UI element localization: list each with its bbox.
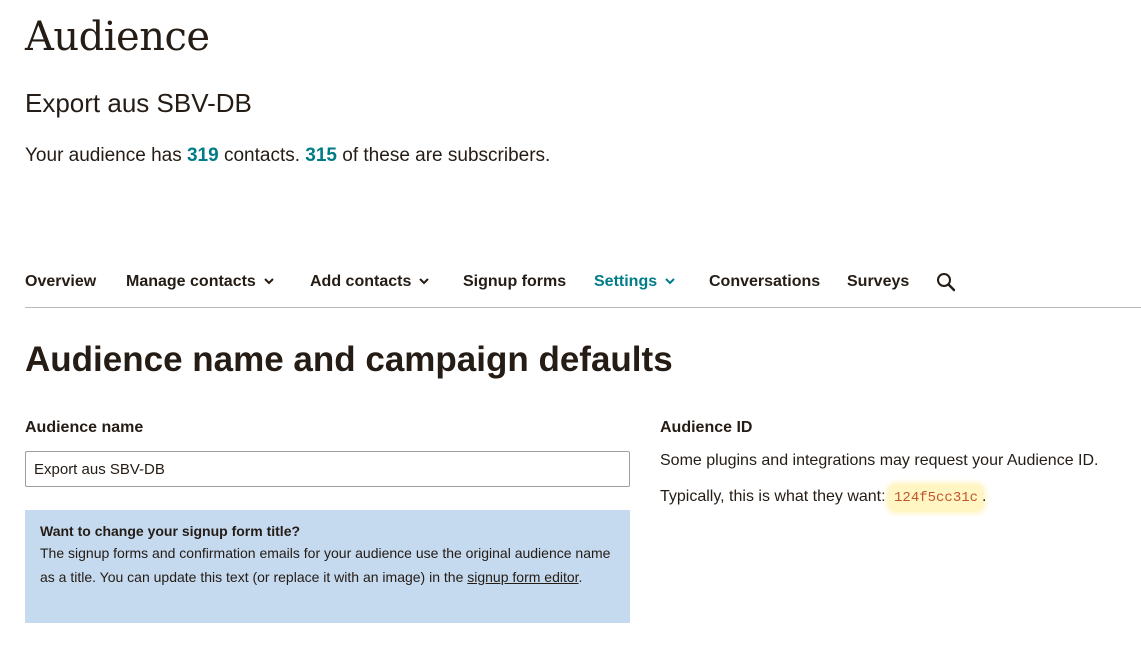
summary-prefix: Your audience has [25,145,187,166]
signup-form-editor-link[interactable]: signup form editor [467,569,578,585]
search-icon [937,273,956,292]
section-title: Audience name and campaign defaults [25,340,673,379]
summary-suffix: of these are subscribers. [337,145,551,166]
nav-overview-label: Overview [25,273,97,290]
nav-settings[interactable]: Settings [594,273,675,291]
audience-name-input[interactable] [25,451,630,487]
nav-surveys-label: Surveys [847,273,910,290]
audience-summary: Your audience has 319 contacts. 315 of t… [25,145,550,167]
nav-manage-contacts[interactable]: Manage contacts [126,273,274,291]
search-button[interactable] [936,272,956,297]
audience-id-value[interactable]: 124f5cc31c [890,486,983,510]
notice-title: Want to change your signup form title? [40,523,301,539]
chevron-down-icon [264,278,274,285]
audience-name-label: Audience name [25,419,144,436]
audience-settings-page: Audience Export aus SBV-DB Your audience… [0,0,1141,646]
chevron-down-icon [665,278,675,285]
nav-signup-forms-label: Signup forms [463,273,567,290]
nav-settings-label: Settings [594,273,658,290]
audience-id-description: Some plugins and integrations may reques… [660,452,1099,469]
subscribers-count[interactable]: 315 [305,145,337,166]
nav-add-contacts[interactable]: Add contacts [310,273,430,291]
audience-nav: Overview Manage contacts Add contacts Si… [25,266,1141,308]
nav-surveys[interactable]: Surveys [847,273,909,291]
audience-id-label: Audience ID [660,419,753,436]
nav-overview[interactable]: Overview [25,273,96,291]
nav-manage-contacts-label: Manage contacts [126,273,256,290]
chevron-down-icon [419,278,430,285]
audience-name-heading: Export aus SBV-DB [25,88,252,118]
audience-id-suffix: . [982,488,987,505]
nav-signup-forms[interactable]: Signup forms [463,273,566,291]
nav-conversations-label: Conversations [709,273,821,290]
contacts-count[interactable]: 319 [187,145,219,166]
summary-middle: contacts. [218,145,306,166]
audience-id-line: Typically, this is what they want: 124f5… [660,486,987,510]
nav-add-contacts-label: Add contacts [310,273,412,290]
audience-id-prefix: Typically, this is what they want: [660,488,891,505]
notice-body: The signup forms and confirmation emails… [40,541,616,589]
page-title: Audience [25,14,210,60]
signup-title-notice: Want to change your signup form title? T… [25,510,630,623]
notice-end: . [578,569,583,585]
nav-conversations[interactable]: Conversations [709,273,820,291]
